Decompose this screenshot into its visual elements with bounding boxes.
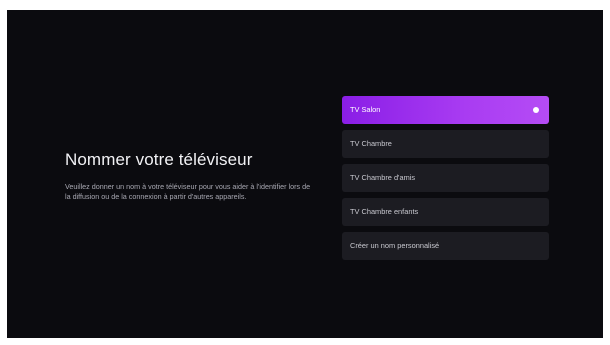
radio-dot-icon xyxy=(533,107,539,113)
page-description: Veuillez donner un nom à votre téléviseu… xyxy=(65,182,311,201)
tv-screen: Nommer votre téléviseur Veuillez donner … xyxy=(7,10,603,338)
option-label: Créer un nom personnalisé xyxy=(350,241,440,250)
intro-panel: Nommer votre téléviseur Veuillez donner … xyxy=(65,150,315,202)
option-label: TV Chambre enfants xyxy=(350,207,419,216)
option-tv-salon[interactable]: TV Salon xyxy=(342,96,549,124)
option-label: TV Chambre xyxy=(350,139,392,148)
option-label: TV Salon xyxy=(350,105,381,114)
option-tv-chambre-enfants[interactable]: TV Chambre enfants xyxy=(342,198,549,226)
option-label: TV Chambre d'amis xyxy=(350,173,416,182)
option-custom-name[interactable]: Créer un nom personnalisé xyxy=(342,232,549,260)
option-tv-chambre[interactable]: TV Chambre xyxy=(342,130,549,158)
page-title: Nommer votre téléviseur xyxy=(65,150,253,169)
tv-name-options: TV Salon TV Chambre TV Chambre d'amis TV… xyxy=(342,96,549,266)
option-tv-chambre-amis[interactable]: TV Chambre d'amis xyxy=(342,164,549,192)
